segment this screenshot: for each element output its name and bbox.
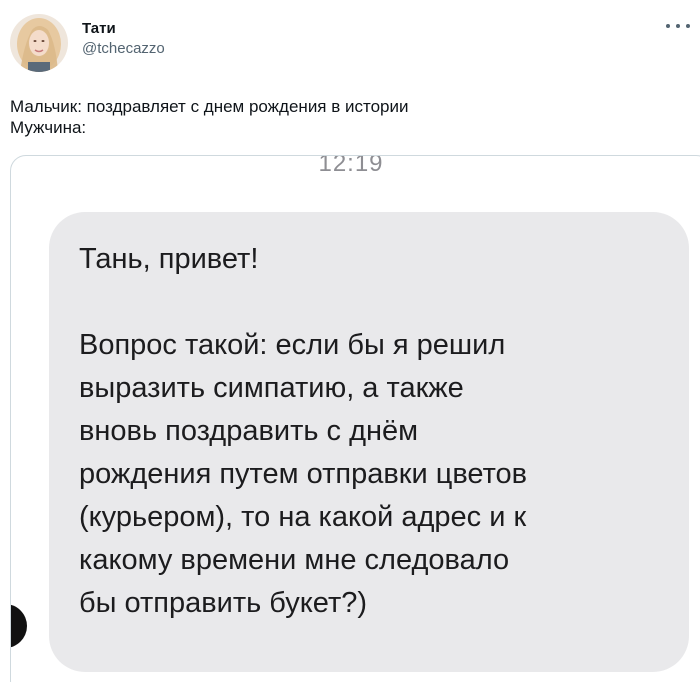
message-line: какому времени мне следовало (79, 544, 510, 576)
more-dot (666, 24, 670, 28)
tweet-text: Мальчик: поздравляет с днем рождения в и… (10, 96, 690, 138)
message-timestamp: 12:19 (318, 155, 384, 177)
more-dot (686, 24, 690, 28)
tweet-header: Тати @tchecazzo (10, 14, 165, 72)
more-dot (676, 24, 680, 28)
message-line: Тань, привет! (79, 243, 259, 275)
display-name[interactable]: Тати (82, 19, 165, 39)
message-line: бы отправить букет?) (79, 587, 368, 619)
user-info: Тати @tchecazzo (82, 19, 165, 59)
tweet-media[interactable]: 12:19 Тань, привет! Вопрос такой: если б… (10, 155, 700, 682)
user-handle[interactable]: @tchecazzo (82, 39, 165, 59)
avatar-image (10, 14, 68, 72)
more-options-icon[interactable] (666, 18, 690, 34)
message-line: вновь поздравить с днём (79, 415, 419, 447)
tweet-text-line: Мальчик: поздравляет с днем рождения в и… (10, 97, 409, 116)
message-text: Тань, привет! Вопрос такой: если бы я ре… (79, 238, 527, 625)
tweet-text-line: Мужчина: (10, 118, 87, 137)
tweet: Тати @tchecazzo Мальчик: поздравляет с д… (0, 0, 700, 682)
avatar[interactable] (10, 14, 68, 72)
message-line: (курьером), то на какой адрес и к (79, 501, 527, 533)
message-line: выразить симпатию, а также (79, 372, 464, 404)
message-line: рождения путем отправки цветов (79, 458, 528, 490)
message-bubble: Тань, привет! Вопрос такой: если бы я ре… (49, 212, 689, 672)
message-line: Вопрос такой: если бы я решил (79, 329, 506, 361)
partial-avatar-edge (11, 604, 27, 648)
